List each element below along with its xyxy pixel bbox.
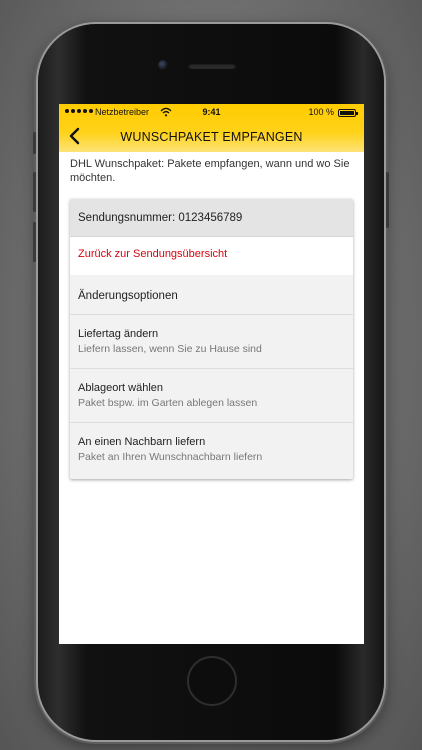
intro-text: DHL Wunschpaket: Pakete empfangen, wann … [70,158,350,184]
page-title: WUNSCHPAKET EMPFANGEN [120,130,303,144]
battery-percentage: 100 % [308,107,334,117]
app-screen: Netzbetreiber 9:41 100 % WUNSCHPAKET EMP… [59,104,364,644]
tracking-number: Sendungsnummer: 0123456789 [70,199,353,237]
option-title: Liefertag ändern [78,328,159,340]
front-camera [158,60,168,70]
option-subtitle: Paket an Ihren Wunschnachbarn liefern [78,451,263,463]
earpiece-speaker [188,63,236,69]
home-button[interactable] [187,656,237,706]
option-subtitle: Liefern lassen, wenn Sie zu Hause sind [78,343,262,355]
volume-down-button [33,222,36,262]
option-title: Ablageort wählen [78,382,164,394]
option-choose-drop-location[interactable]: Ablageort wählen Paket bspw. im Garten a… [70,369,353,423]
option-change-delivery-day[interactable]: Liefertag ändern Liefern lassen, wenn Si… [70,315,353,369]
shipment-card: Sendungsnummer: 0123456789 Zurück zur Se… [70,199,353,479]
options-section-title: Änderungsoptionen [70,275,353,315]
option-subtitle: Paket bspw. im Garten ablegen lassen [78,397,258,409]
yellow-header: Netzbetreiber 9:41 100 % WUNSCHPAKET EMP… [59,104,364,152]
navigation-bar: WUNSCHPAKET EMPFANGEN [59,122,364,152]
volume-up-button [33,172,36,212]
option-title: An einen Nachbarn liefern [78,436,206,448]
battery-icon [338,109,358,117]
mute-switch [33,132,36,154]
status-bar: Netzbetreiber 9:41 100 % [59,104,364,122]
option-deliver-to-neighbor[interactable]: An einen Nachbarn liefern Paket an Ihren… [70,423,353,477]
power-button [386,172,389,228]
back-to-overview-link[interactable]: Zurück zur Sendungsübersicht [70,237,353,275]
